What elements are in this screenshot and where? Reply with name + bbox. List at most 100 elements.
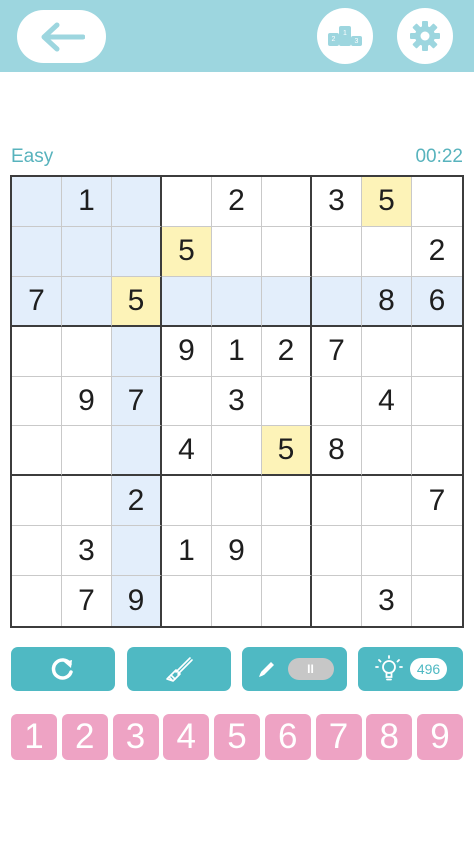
top-bar: 1 2 3 <box>0 0 474 72</box>
sudoku-cell[interactable] <box>112 526 162 577</box>
sudoku-cell[interactable]: 9 <box>162 326 212 377</box>
sudoku-cell[interactable] <box>162 177 212 227</box>
sudoku-cell[interactable] <box>312 526 362 577</box>
number-key-8[interactable]: 8 <box>366 714 413 760</box>
sudoku-cell[interactable]: 2 <box>262 326 312 377</box>
sudoku-cell[interactable] <box>212 576 262 626</box>
sudoku-cell[interactable] <box>12 426 62 477</box>
sudoku-cell[interactable] <box>312 476 362 527</box>
sudoku-cell[interactable]: 3 <box>312 177 362 227</box>
sudoku-cell[interactable] <box>262 226 312 277</box>
sudoku-cell[interactable] <box>362 526 412 577</box>
sudoku-cell[interactable]: 5 <box>362 177 412 227</box>
sudoku-cell[interactable] <box>62 326 112 377</box>
sudoku-cell[interactable]: 2 <box>112 476 162 527</box>
sudoku-cell[interactable] <box>262 526 312 577</box>
back-button[interactable] <box>17 10 106 63</box>
number-key-7[interactable]: 7 <box>315 714 362 760</box>
sudoku-cell[interactable] <box>312 226 362 277</box>
sudoku-cell[interactable] <box>412 526 462 577</box>
sudoku-cell[interactable] <box>212 276 262 327</box>
sudoku-cell[interactable] <box>12 326 62 377</box>
sudoku-cell[interactable] <box>362 426 412 477</box>
sudoku-cell[interactable] <box>12 526 62 577</box>
sudoku-cell[interactable]: 2 <box>412 226 462 277</box>
sudoku-cell[interactable]: 4 <box>362 376 412 427</box>
number-key-9[interactable]: 9 <box>417 714 463 760</box>
eraser-button[interactable] <box>127 647 231 691</box>
sudoku-cell[interactable]: 2 <box>212 177 262 227</box>
sudoku-cell[interactable] <box>312 576 362 626</box>
sudoku-cell[interactable] <box>12 576 62 626</box>
number-key-3[interactable]: 3 <box>112 714 159 760</box>
sudoku-cell[interactable] <box>312 276 362 327</box>
sudoku-cell[interactable] <box>62 276 112 327</box>
sudoku-cell[interactable] <box>262 177 312 227</box>
sudoku-cell[interactable]: 8 <box>362 276 412 327</box>
number-key-4[interactable]: 4 <box>163 714 210 760</box>
sudoku-cell[interactable] <box>262 476 312 527</box>
sudoku-cell[interactable] <box>162 476 212 527</box>
pencil-mode-button[interactable]: II <box>242 647 347 691</box>
sudoku-cell[interactable]: 9 <box>212 526 262 577</box>
hint-button[interactable]: 496 <box>358 647 463 691</box>
sudoku-cell[interactable] <box>112 426 162 477</box>
sudoku-cell[interactable] <box>312 376 362 427</box>
sudoku-cell[interactable]: 3 <box>362 576 412 626</box>
sudoku-cell[interactable]: 3 <box>62 526 112 577</box>
sudoku-cell[interactable]: 7 <box>412 476 462 527</box>
sudoku-cell[interactable]: 6 <box>412 276 462 327</box>
sudoku-cell[interactable] <box>212 226 262 277</box>
number-key-5[interactable]: 5 <box>214 714 260 760</box>
pencil-toggle[interactable]: II <box>287 658 334 680</box>
sudoku-cell[interactable] <box>12 476 62 527</box>
sudoku-cell[interactable]: 5 <box>162 226 212 277</box>
sudoku-cell[interactable] <box>162 376 212 427</box>
sudoku-cell[interactable] <box>262 376 312 427</box>
sudoku-cell[interactable] <box>12 177 62 227</box>
sudoku-cell[interactable] <box>412 426 462 477</box>
sudoku-cell[interactable] <box>62 476 112 527</box>
sudoku-cell[interactable]: 1 <box>162 526 212 577</box>
sudoku-cell[interactable]: 9 <box>112 576 162 626</box>
sudoku-cell[interactable]: 5 <box>262 426 312 477</box>
sudoku-cell[interactable] <box>362 476 412 527</box>
sudoku-cell[interactable] <box>112 326 162 377</box>
sudoku-cell[interactable]: 7 <box>12 276 62 327</box>
sudoku-cell[interactable] <box>62 226 112 277</box>
sudoku-cell[interactable]: 7 <box>62 576 112 626</box>
sudoku-cell[interactable] <box>412 376 462 427</box>
sudoku-cell[interactable] <box>112 177 162 227</box>
sudoku-cell[interactable] <box>12 226 62 277</box>
sudoku-cell[interactable] <box>112 226 162 277</box>
sudoku-cell[interactable]: 4 <box>162 426 212 477</box>
undo-button[interactable] <box>11 647 115 691</box>
sudoku-cell[interactable]: 1 <box>62 177 112 227</box>
sudoku-cell[interactable] <box>162 576 212 626</box>
sudoku-cell[interactable]: 8 <box>312 426 362 477</box>
number-key-2[interactable]: 2 <box>61 714 108 760</box>
sudoku-cell[interactable] <box>362 326 412 377</box>
sudoku-cell[interactable]: 7 <box>112 376 162 427</box>
sudoku-cell[interactable] <box>62 426 112 477</box>
number-key-1[interactable]: 1 <box>11 714 57 760</box>
number-key-6[interactable]: 6 <box>264 714 311 760</box>
sudoku-cell[interactable] <box>412 326 462 377</box>
leaderboard-button[interactable]: 1 2 3 <box>317 8 373 64</box>
sudoku-cell[interactable] <box>212 426 262 477</box>
sudoku-cell[interactable] <box>362 226 412 277</box>
sudoku-cell[interactable] <box>212 476 262 527</box>
sudoku-cell[interactable]: 1 <box>212 326 262 377</box>
sudoku-cell[interactable] <box>412 576 462 626</box>
sudoku-cell[interactable]: 3 <box>212 376 262 427</box>
sudoku-cell[interactable] <box>262 576 312 626</box>
sudoku-cell[interactable] <box>12 376 62 427</box>
sudoku-cell[interactable]: 7 <box>312 326 362 377</box>
sudoku-cell[interactable] <box>162 276 212 327</box>
sudoku-cell[interactable] <box>412 177 462 227</box>
settings-button[interactable] <box>397 8 453 64</box>
back-arrow-icon <box>41 22 85 51</box>
sudoku-cell[interactable]: 9 <box>62 376 112 427</box>
sudoku-cell[interactable]: 5 <box>112 276 162 327</box>
sudoku-cell[interactable] <box>262 276 312 327</box>
